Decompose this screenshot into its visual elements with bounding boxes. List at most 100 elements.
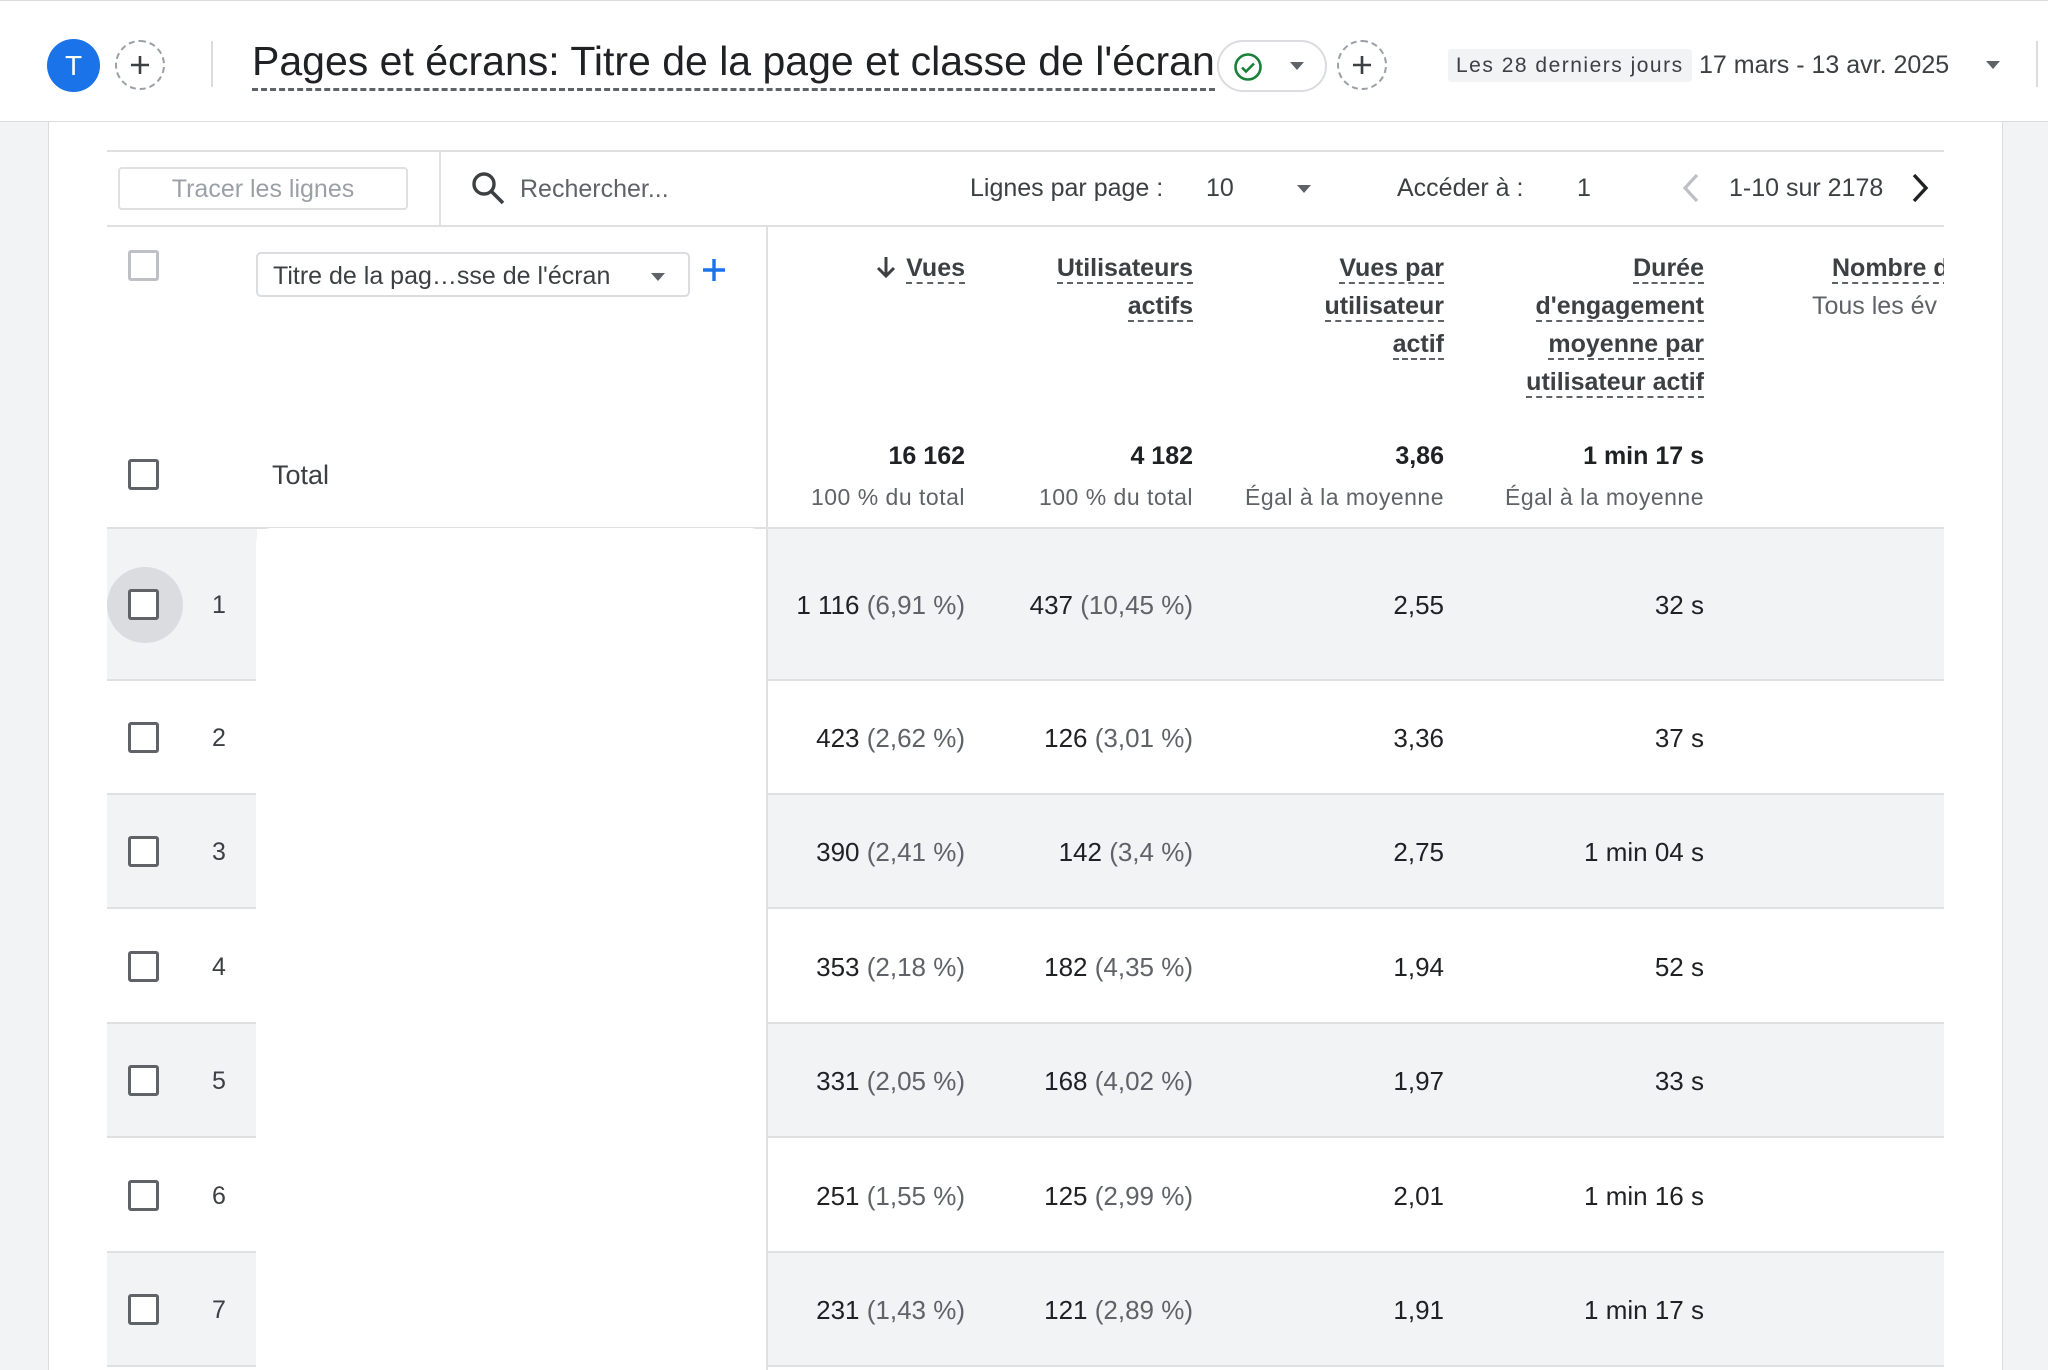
views-percent: (1,55 %) <box>866 1181 965 1211</box>
engagement-time-cell: 32 s <box>1654 590 1704 620</box>
row-index: 1 <box>212 591 226 619</box>
goto-page-input[interactable]: 1 <box>1577 171 1591 205</box>
row-checkbox[interactable] <box>128 836 159 867</box>
row-divider <box>768 1365 1944 1367</box>
goto-label: Accéder à : <box>1397 174 1524 202</box>
views-cell: 423 (2,62 %) <box>816 721 965 755</box>
engagement-time-cell: 1 min 17 s <box>1584 1295 1704 1325</box>
total-engagement-time: 1 min 17 s <box>1583 442 1704 470</box>
add-filter-button[interactable] <box>1337 40 1387 90</box>
row-index: 4 <box>212 953 226 981</box>
views-percent: (2,62 %) <box>866 723 965 753</box>
report-status-dropdown[interactable] <box>1217 40 1327 92</box>
total-label: Total <box>272 460 330 490</box>
check-circle-icon <box>1234 53 1262 81</box>
column-header-event-count[interactable]: Nombre d Tous les év <box>1800 249 1944 329</box>
toolbar-divider <box>439 152 441 225</box>
column-header-label: utilisateur <box>1324 292 1444 322</box>
column-header-label: actif <box>1392 330 1444 360</box>
search-input[interactable] <box>518 166 902 212</box>
active-users-percent: (4,02 %) <box>1094 1066 1193 1096</box>
select-all-checkbox[interactable] <box>128 250 159 281</box>
views-per-user-cell: 3,36 <box>1393 723 1444 753</box>
views-cell: 331 (2,05 %) <box>816 1064 965 1098</box>
views-value: 231 <box>816 1295 860 1325</box>
views-per-user-cell: 2,01 <box>1393 1181 1444 1211</box>
total-views: 16 162 <box>888 442 965 470</box>
row-index: 5 <box>212 1067 226 1095</box>
total-checkbox[interactable] <box>128 459 159 490</box>
add-dimension-icon[interactable] <box>700 256 728 284</box>
date-range[interactable]: 17 mars - 13 avr. 2025 <box>1699 48 1949 82</box>
views-per-user-cell: 1,97 <box>1393 1066 1444 1096</box>
active-users-cell: 125 (2,99 %) <box>1044 1179 1193 1213</box>
total-views-share: 100 % du total <box>810 484 965 510</box>
total-active-users-share: 100 % du total <box>1038 484 1193 510</box>
report-header: T Pages et écrans: Titre de la page et c… <box>0 0 2048 122</box>
views-value: 1 116 <box>796 590 860 620</box>
engagement-time-cell: 37 s <box>1654 723 1704 753</box>
active-users-value: 437 <box>1029 590 1074 620</box>
column-header-active-users[interactable]: Utilisateurs actifs <box>1056 249 1193 325</box>
row-checkbox[interactable] <box>128 1065 159 1096</box>
row-checkbox[interactable] <box>128 722 159 753</box>
column-header-label: actifs <box>1127 292 1193 322</box>
header-divider <box>211 41 213 87</box>
views-percent: (6,91 %) <box>866 590 965 620</box>
column-header-label: Utilisateurs <box>1056 254 1193 284</box>
views-value: 353 <box>816 952 860 982</box>
views-percent: (2,18 %) <box>866 952 965 982</box>
active-users-cell: 182 (4,35 %) <box>1044 950 1193 984</box>
column-header-label: Nombre d <box>1832 254 1944 284</box>
add-comparison-button[interactable] <box>115 40 165 90</box>
active-users-percent: (10,45 %) <box>1080 590 1193 620</box>
row-index: 2 <box>212 724 226 752</box>
event-filter-label[interactable]: Tous les év <box>1812 289 1937 323</box>
chevron-left-icon[interactable] <box>1677 171 1705 205</box>
row-index: 6 <box>212 1182 226 1210</box>
row-divider <box>107 1365 257 1367</box>
views-value: 331 <box>816 1066 860 1096</box>
plus-icon <box>1353 56 1371 74</box>
row-checkbox[interactable] <box>128 951 159 982</box>
views-per-user-cell: 2,75 <box>1393 837 1444 867</box>
active-users-cell: 437 (10,45 %) <box>1030 588 1193 622</box>
row-checkbox[interactable] <box>128 1180 159 1211</box>
column-header-label: Vues par <box>1339 254 1444 284</box>
date-range-dropdown-icon[interactable] <box>1985 59 2001 71</box>
row-checkbox[interactable] <box>128 1294 159 1325</box>
views-value: 390 <box>816 837 860 867</box>
active-users-percent: (4,35 %) <box>1094 952 1193 982</box>
column-header-views-per-user[interactable]: Vues par utilisateur actif <box>1324 249 1444 363</box>
rows-per-page-value[interactable]: 10 <box>1206 171 1234 205</box>
chevron-down-icon <box>651 273 665 281</box>
page-title[interactable]: Pages et écrans: Titre de la page et cla… <box>252 36 1215 91</box>
column-header-views[interactable]: Vues <box>874 249 965 287</box>
active-users-percent: (2,99 %) <box>1094 1181 1193 1211</box>
engagement-time-cell: 1 min 04 s <box>1584 837 1704 867</box>
views-cell: 390 (2,41 %) <box>816 835 965 869</box>
column-header-label: utilisateur actif <box>1526 368 1704 398</box>
dimension-selector[interactable]: Titre de la pag…sse de l'écran <box>256 252 690 297</box>
chevron-right-icon[interactable] <box>1906 171 1934 205</box>
plus-icon <box>131 56 149 74</box>
total-engagement-time-note: Égal à la moyenne <box>1504 484 1704 510</box>
user-avatar[interactable]: T <box>47 39 100 92</box>
views-cell: 353 (2,18 %) <box>816 950 965 984</box>
active-users-value: 125 <box>1044 1181 1088 1211</box>
plot-rows-button[interactable]: Tracer les lignes <box>118 167 408 210</box>
views-cell: 251 (1,55 %) <box>816 1179 965 1213</box>
views-value: 423 <box>816 723 860 753</box>
views-cell: 1 116 (6,91 %) <box>796 588 965 622</box>
column-header-engagement-time[interactable]: Durée d'engagement moyenne par utilisate… <box>1526 249 1704 401</box>
active-users-cell: 121 (2,89 %) <box>1044 1293 1193 1327</box>
rows-per-page-dropdown-icon[interactable] <box>1296 183 1312 195</box>
active-users-percent: (3,4 %) <box>1109 837 1193 867</box>
active-users-value: 142 <box>1058 837 1102 867</box>
views-percent: (2,41 %) <box>866 837 965 867</box>
row-checkbox[interactable] <box>128 589 159 620</box>
active-users-percent: (3,01 %) <box>1094 723 1193 753</box>
date-preset-badge: Les 28 derniers jours <box>1448 49 1692 82</box>
toolbar-border <box>107 150 1944 152</box>
header-edge-divider <box>2036 41 2038 87</box>
